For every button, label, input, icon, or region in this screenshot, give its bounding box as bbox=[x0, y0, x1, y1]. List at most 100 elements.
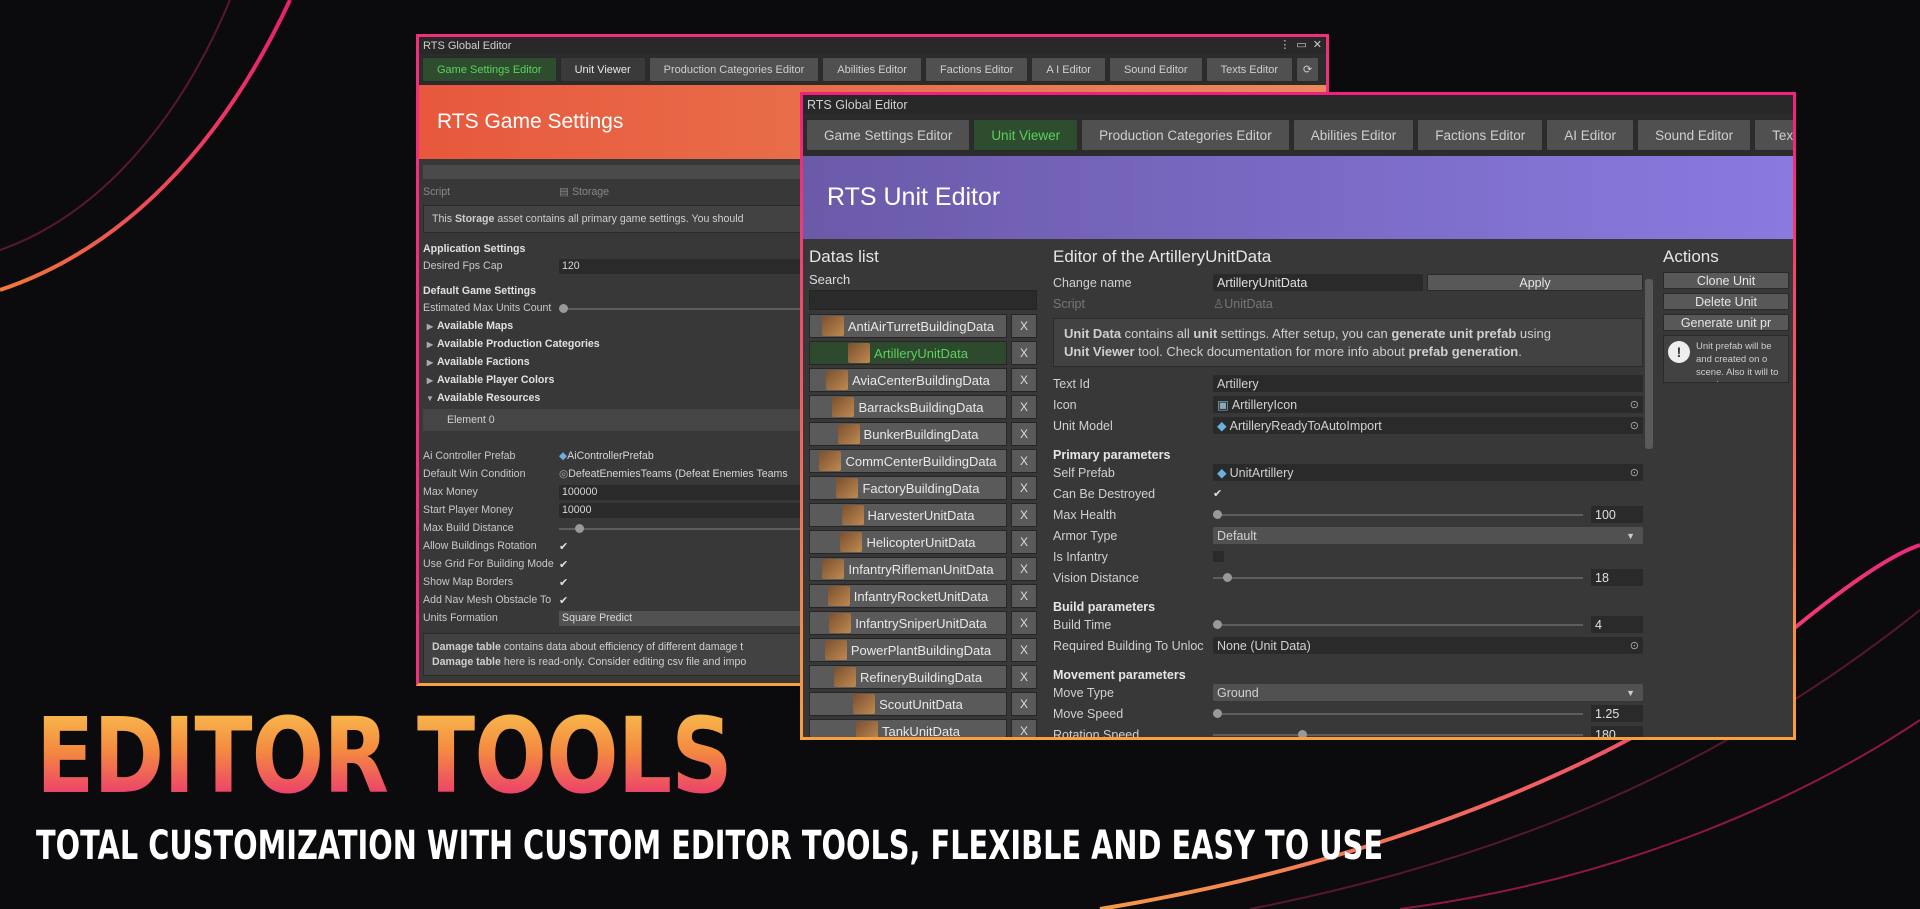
row-value[interactable]: DefeatEnemiesTeams (Defeat Enemies Teams bbox=[568, 468, 787, 480]
unit-thumbnail-icon bbox=[837, 424, 860, 444]
section-primary: Primary parameters bbox=[1053, 448, 1171, 463]
generate-prefab-button[interactable]: Generate unit pr bbox=[1663, 314, 1789, 331]
remove-item-button[interactable]: X bbox=[1011, 611, 1037, 635]
tab-unit-viewer[interactable]: Unit Viewer bbox=[973, 119, 1079, 151]
text-id-input[interactable]: Artillery bbox=[1213, 375, 1643, 393]
remove-item-button[interactable]: X bbox=[1011, 692, 1037, 716]
unit-thumbnail-icon bbox=[832, 397, 855, 417]
remove-item-button[interactable]: X bbox=[1011, 584, 1037, 608]
window-titlebar: RTS Global Editor ⋮ ▭ ✕ bbox=[419, 37, 1326, 54]
data-item-label: InfantryRiflemanUnitData bbox=[848, 561, 994, 577]
data-item-button[interactable]: BarracksBuildingData bbox=[809, 395, 1007, 419]
data-item-button[interactable]: InfantryRiflemanUnitData bbox=[809, 557, 1007, 581]
target-icon[interactable]: ⊙ bbox=[1630, 419, 1639, 432]
req-field[interactable]: None (Unit Data) ⊙ bbox=[1213, 637, 1643, 655]
move-speed-label: Move Speed bbox=[1053, 706, 1124, 721]
remove-item-button[interactable]: X bbox=[1011, 530, 1037, 554]
data-item-button[interactable]: CommCenterBuildingData bbox=[809, 449, 1007, 473]
target-icon[interactable]: ⊙ bbox=[1630, 398, 1639, 411]
apply-button[interactable]: Apply bbox=[1427, 274, 1643, 291]
target-icon[interactable]: ⊙ bbox=[1630, 639, 1639, 652]
checkbox-unchecked[interactable] bbox=[1213, 551, 1224, 563]
checkbox-checked[interactable]: ✔ bbox=[559, 540, 568, 553]
tab-game-settings[interactable]: Game Settings Editor bbox=[422, 57, 557, 82]
data-item-button[interactable]: AntiAirTurretBuildingData bbox=[809, 314, 1007, 338]
data-item-button[interactable]: RefineryBuildingData bbox=[809, 665, 1007, 689]
checkbox-checked[interactable]: ✔ bbox=[1213, 487, 1222, 500]
remove-item-button[interactable]: X bbox=[1011, 665, 1037, 689]
vision-slider[interactable] bbox=[1213, 570, 1583, 585]
rotation-value[interactable]: 180 bbox=[1591, 726, 1643, 737]
armor-dropdown[interactable]: Default ▼ bbox=[1213, 527, 1643, 545]
remove-item-button[interactable]: X bbox=[1011, 422, 1037, 446]
data-item-label: ArtilleryUnitData bbox=[874, 345, 968, 361]
remove-item-button[interactable]: X bbox=[1011, 503, 1037, 527]
icon-label: Icon bbox=[1053, 397, 1077, 412]
change-name-input[interactable]: ArtilleryUnitData bbox=[1213, 274, 1423, 291]
data-item-button[interactable]: TankUnitData bbox=[809, 719, 1007, 737]
data-item-button[interactable]: AviaCenterBuildingData bbox=[809, 368, 1007, 392]
clone-unit-button[interactable]: Clone Unit bbox=[1663, 272, 1789, 289]
icon-field[interactable]: ▣ ArtilleryIcon ⊙ bbox=[1213, 396, 1643, 414]
build-time-value[interactable]: 4 bbox=[1591, 616, 1643, 634]
row-value[interactable]: AiControllerPrefab bbox=[567, 450, 654, 462]
menu-dots-icon[interactable]: ⋮ bbox=[1279, 38, 1290, 51]
data-item-button[interactable]: InfantrySniperUnitData bbox=[809, 611, 1007, 635]
tab-sound[interactable]: Sound Editor bbox=[1108, 57, 1203, 82]
close-icon[interactable]: ✕ bbox=[1313, 38, 1322, 51]
remove-item-button[interactable]: X bbox=[1011, 341, 1037, 365]
tab-abilities[interactable]: Abilities Editor bbox=[822, 57, 922, 82]
tab-production-categories[interactable]: Production Categories Editor bbox=[1081, 119, 1290, 151]
remove-item-button[interactable]: X bbox=[1011, 395, 1037, 419]
model-field[interactable]: ◆ ArtilleryReadyToAutoImport ⊙ bbox=[1213, 417, 1643, 435]
fold-arrow-icon: ▶ bbox=[426, 357, 434, 367]
remove-item-button[interactable]: X bbox=[1011, 314, 1037, 338]
tab-texts[interactable]: Texts Editor bbox=[1205, 57, 1294, 82]
prefab-icon: ◆ bbox=[1217, 419, 1227, 434]
editor-scrollbar[interactable] bbox=[1645, 279, 1653, 449]
tab-sound[interactable]: Sound Editor bbox=[1637, 119, 1752, 151]
data-item-button[interactable]: FactoryBuildingData bbox=[809, 476, 1007, 500]
remove-item-button[interactable]: X bbox=[1011, 368, 1037, 392]
tab-abilities[interactable]: Abilities Editor bbox=[1292, 119, 1415, 151]
tab-ai[interactable]: AI Editor bbox=[1546, 119, 1635, 151]
data-item-button[interactable]: HelicopterUnitData bbox=[809, 530, 1007, 554]
data-item-button[interactable]: ScoutUnitData bbox=[809, 692, 1007, 716]
tab-ai[interactable]: A I Editor bbox=[1031, 57, 1106, 82]
remove-item-button[interactable]: X bbox=[1011, 557, 1037, 581]
data-item-button[interactable]: ArtilleryUnitData bbox=[809, 341, 1007, 365]
tab-production-categories[interactable]: Production Categories Editor bbox=[648, 57, 820, 82]
remove-item-button[interactable]: X bbox=[1011, 449, 1037, 473]
editor-title: Editor of the ArtilleryUnitData bbox=[1053, 247, 1272, 266]
build-time-slider[interactable] bbox=[1213, 617, 1583, 632]
search-input[interactable] bbox=[809, 290, 1037, 310]
remove-item-button[interactable]: X bbox=[1011, 476, 1037, 500]
tab-factions[interactable]: Factions Editor bbox=[924, 57, 1029, 82]
tab-factions[interactable]: Factions Editor bbox=[1417, 119, 1544, 151]
health-slider[interactable] bbox=[1213, 507, 1583, 522]
maximize-icon[interactable]: ▭ bbox=[1296, 38, 1306, 51]
remove-item-button[interactable]: X bbox=[1011, 719, 1037, 737]
rotation-slider[interactable] bbox=[1213, 727, 1583, 737]
move-speed-value[interactable]: 1.25 bbox=[1591, 705, 1643, 723]
info-text: . bbox=[1518, 343, 1522, 359]
data-item-button[interactable]: BunkerBuildingData bbox=[809, 422, 1007, 446]
health-value[interactable]: 100 bbox=[1591, 506, 1643, 524]
tab-unit-viewer[interactable]: Unit Viewer bbox=[559, 57, 646, 82]
vision-value[interactable]: 18 bbox=[1591, 569, 1643, 587]
data-item-button[interactable]: HarvesterUnitData bbox=[809, 503, 1007, 527]
data-item-button[interactable]: PowerPlantBuildingData bbox=[809, 638, 1007, 662]
data-item-button[interactable]: InfantryRocketUnitData bbox=[809, 584, 1007, 608]
delete-unit-button[interactable]: Delete Unit bbox=[1663, 293, 1789, 310]
target-icon[interactable]: ⊙ bbox=[1630, 466, 1639, 479]
move-speed-slider[interactable] bbox=[1213, 706, 1583, 721]
tab-texts[interactable]: Texts Edi bbox=[1754, 119, 1793, 151]
checkbox-checked[interactable]: ✔ bbox=[559, 576, 568, 589]
move-type-dropdown[interactable]: Ground ▼ bbox=[1213, 684, 1643, 702]
refresh-icon[interactable]: ⟳ bbox=[1296, 57, 1320, 82]
remove-item-button[interactable]: X bbox=[1011, 638, 1037, 662]
checkbox-checked[interactable]: ✔ bbox=[559, 594, 568, 607]
tab-game-settings[interactable]: Game Settings Editor bbox=[806, 119, 971, 151]
self-prefab-field[interactable]: ◆ UnitArtillery ⊙ bbox=[1213, 464, 1643, 482]
checkbox-checked[interactable]: ✔ bbox=[559, 558, 568, 571]
